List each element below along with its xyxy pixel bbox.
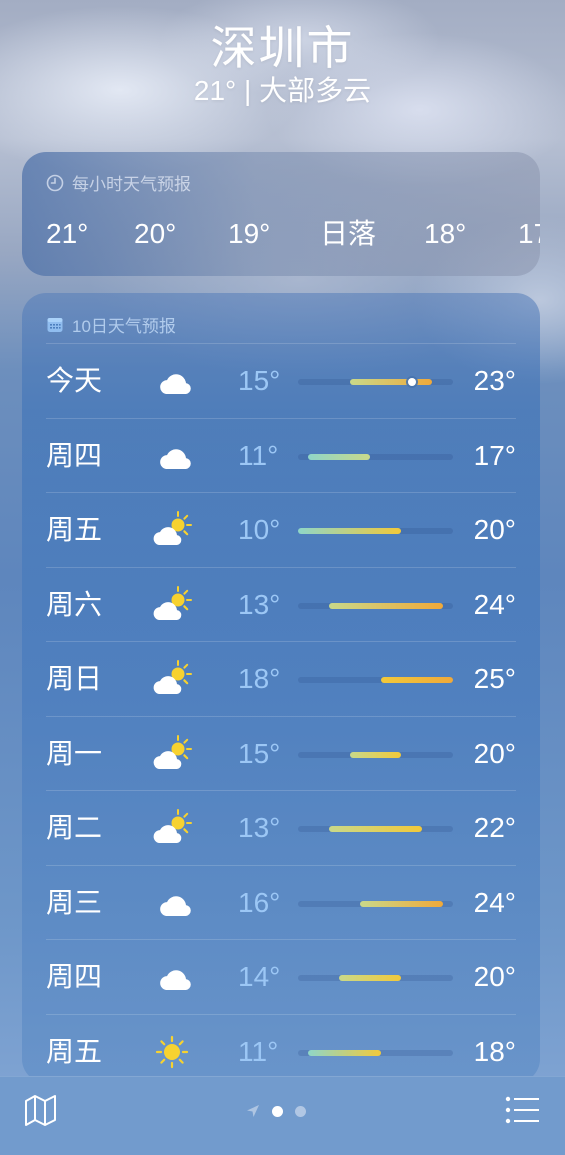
ten-day-title-text: 10日天气预报 [72, 317, 176, 336]
cloud-icon [150, 437, 194, 475]
temp-range-bar [339, 975, 402, 981]
partly-sunny-icon [150, 809, 194, 847]
partly-sunny-icon [150, 585, 194, 624]
day-name: 周二 [46, 812, 103, 843]
temp-range-track [298, 602, 453, 609]
day-name: 周五 [46, 514, 103, 545]
hourly-forecast-card[interactable]: 每小时天气预报 21° 20° 19° 日落 18° 17° [22, 152, 540, 276]
temp-range-track [298, 826, 453, 832]
temp-range-bar [360, 900, 443, 907]
high-temp: 24° [473, 886, 516, 918]
day-row[interactable]: 今天 15° 23° [46, 343, 516, 418]
map-button[interactable] [23, 1093, 59, 1129]
list-icon [505, 1096, 539, 1124]
day-name: 周六 [46, 588, 103, 620]
hourly-item: 18° [424, 218, 467, 249]
city-name: 深圳市 [210, 22, 355, 74]
low-temp: 13° [238, 588, 281, 620]
temp-range-track [298, 975, 453, 981]
day-name: 周五 [46, 1035, 103, 1067]
high-temp: 25° [473, 663, 516, 694]
day-name: 今天 [46, 365, 103, 396]
high-temp: 17° [473, 439, 516, 471]
day-name: 周日 [46, 663, 103, 694]
temp-range-track [298, 751, 453, 758]
temp-range-track [298, 528, 453, 534]
temp-range-bar [329, 826, 422, 832]
day-name: 周四 [46, 961, 103, 992]
temp-range-bar [349, 751, 402, 758]
high-temp: 22° [473, 812, 516, 843]
low-temp: 15° [238, 365, 281, 396]
current-summary: 21° | 大部多云 [193, 75, 372, 106]
cloud-icon [150, 884, 194, 922]
temp-range-bar [329, 602, 443, 609]
hourly-forecast-title: 每小时天气预报 [46, 170, 191, 195]
day-row[interactable]: 周一 15° 20° [46, 715, 516, 791]
page-dot[interactable] [295, 1105, 306, 1117]
temp-range-bar [380, 677, 453, 683]
temp-range-track [298, 453, 453, 460]
low-temp: 11° [238, 439, 279, 471]
high-temp: 20° [473, 514, 516, 545]
hourly-item: 20° [134, 218, 177, 249]
hourly-item: 19° [228, 218, 271, 249]
day-row[interactable]: 周四 14° 20° [46, 939, 516, 1014]
high-temp: 24° [473, 588, 516, 620]
low-temp: 15° [238, 737, 281, 769]
city-list-button[interactable] [505, 1095, 539, 1125]
clock-icon [46, 174, 64, 192]
temp-range-track [298, 900, 453, 907]
location-arrow-icon[interactable] [246, 1104, 260, 1118]
day-row[interactable]: 周三 16° 24° [46, 864, 516, 940]
map-icon [25, 1095, 56, 1126]
partly-sunny-icon [150, 734, 194, 773]
day-name: 周四 [46, 439, 103, 471]
hourly-title-text: 每小时天气预报 [72, 175, 191, 194]
bottom-toolbar [0, 1076, 565, 1155]
day-row[interactable]: 周六 13° 24° [46, 566, 516, 642]
high-temp: 18° [473, 1035, 516, 1067]
temp-range-bar [298, 528, 402, 534]
hourly-item: 17° [518, 218, 540, 249]
day-row[interactable]: 周五 11° 18° [46, 1013, 516, 1084]
calendar-icon [46, 316, 64, 334]
hourly-scroll[interactable]: 21° 20° 19° 日落 18° 17° [46, 216, 540, 256]
cloud-icon [150, 958, 194, 996]
temp-range-bar [349, 379, 433, 385]
temp-range-track [298, 1049, 453, 1056]
day-row[interactable]: 周日 18° 25° [46, 641, 516, 716]
low-temp: 16° [238, 886, 281, 918]
page-dot-active[interactable] [272, 1105, 283, 1117]
temp-range-track [298, 677, 453, 683]
low-temp: 11° [238, 1035, 279, 1067]
day-row[interactable]: 周二 13° 22° [46, 790, 516, 865]
page-indicator[interactable] [246, 1103, 306, 1119]
day-name: 周三 [46, 886, 103, 918]
current-temp-marker [407, 378, 416, 386]
cloud-icon [150, 362, 194, 400]
temp-range-bar [308, 1049, 381, 1056]
ten-day-title: 10日天气预报 [46, 312, 176, 337]
low-temp: 14° [238, 961, 281, 992]
day-list: 今天 15° 23° 周四 11° 17° 周五 10° 20° 周六 13° 24° 周日 18° 25°… [46, 343, 516, 1083]
hourly-item: 日落 [320, 218, 377, 249]
high-temp: 20° [473, 961, 516, 992]
ten-day-forecast-card[interactable]: 10日天气预报 今天 15° 23° 周四 11° 17° 周五 10° 20° 周六 13° 24°… [22, 293, 540, 1083]
temp-range-bar [308, 453, 371, 460]
high-temp: 20° [473, 737, 516, 769]
partly-sunny-icon [150, 511, 194, 549]
hourly-item: 21° [46, 218, 89, 249]
low-temp: 10° [238, 514, 281, 545]
partly-sunny-icon [150, 660, 194, 698]
low-temp: 13° [238, 812, 281, 843]
day-row[interactable]: 周五 10° 20° [46, 492, 516, 567]
day-name: 周一 [46, 737, 103, 769]
high-temp: 23° [473, 365, 516, 396]
day-row[interactable]: 周四 11° 17° [46, 417, 516, 493]
temp-range-track [298, 378, 453, 386]
sun-icon [150, 1033, 194, 1071]
low-temp: 18° [238, 663, 281, 694]
location-header: 深圳市 21° | 大部多云 [0, 20, 565, 108]
